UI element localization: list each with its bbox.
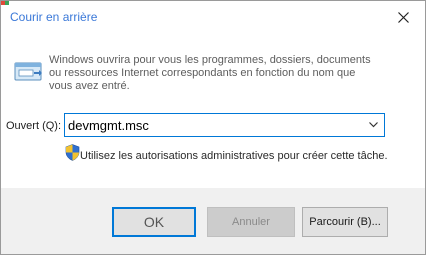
window-title: Courir en arrière xyxy=(10,10,98,24)
close-icon xyxy=(398,12,409,23)
admin-note: Utilisez les autorisations administrativ… xyxy=(80,150,388,162)
uac-shield-icon xyxy=(65,144,80,161)
close-button[interactable] xyxy=(383,1,425,34)
open-field-label: Ouvert (Q): xyxy=(6,120,62,132)
run-dialog-icon xyxy=(13,60,43,84)
title-bar: Courir en arrière xyxy=(1,1,425,34)
app-logo-icon xyxy=(1,1,9,5)
cancel-button[interactable]: Annuler xyxy=(207,207,295,237)
ok-button[interactable]: OK xyxy=(112,207,196,237)
run-dialog: Courir en arrière Windows ouvrira pour v… xyxy=(0,0,426,255)
open-input[interactable] xyxy=(68,116,358,134)
chevron-down-icon xyxy=(369,122,378,128)
open-dropdown-button[interactable] xyxy=(364,114,384,136)
browse-button[interactable]: Parcourir (B)... xyxy=(302,207,388,237)
open-combobox[interactable] xyxy=(64,113,385,137)
description-text: Windows ouvrira pour vous les programmes… xyxy=(49,54,371,92)
dialog-body: Windows ouvrira pour vous les programmes… xyxy=(1,34,425,188)
